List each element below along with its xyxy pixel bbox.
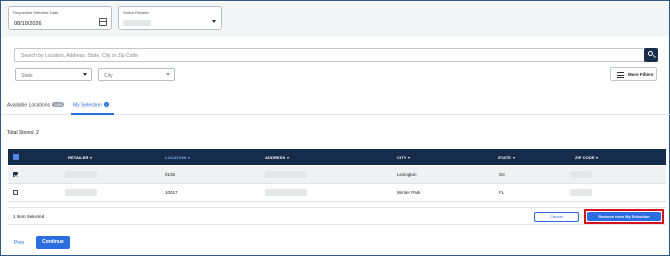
search-input[interactable]: Search by Location, Address, State, City…: [14, 48, 658, 62]
state-cell: SC: [499, 172, 506, 177]
search-icon: [648, 51, 653, 56]
address-cell-redacted: [265, 171, 307, 178]
zip-cell-redacted: [570, 171, 592, 178]
more-filters-label: More Filters: [628, 72, 654, 77]
column-label: STATE: [498, 155, 512, 160]
chevron-down-icon: [166, 73, 170, 76]
calendar-icon[interactable]: [99, 18, 107, 26]
sort-icon: [512, 156, 515, 159]
tab-label: My Selection: [73, 102, 102, 109]
tab-count-badge: 1: [103, 102, 110, 107]
address-cell-redacted: [265, 189, 307, 196]
zip-cell-redacted: [570, 189, 592, 196]
sort-icon: [187, 156, 190, 159]
city-placeholder: City: [104, 72, 113, 79]
app-frame: Requested Effective Date 08/10/2026 Sele…: [0, 0, 670, 256]
prev-link[interactable]: Prev: [14, 240, 24, 246]
column-label: ADDRESS: [265, 155, 286, 160]
chevron-down-icon: [212, 20, 216, 23]
selected-count: 1 Item Selected: [13, 214, 45, 219]
tab-my-selection[interactable]: My Selection 1: [73, 102, 110, 109]
tab-count-badge: 1466: [52, 102, 64, 107]
search-placeholder: Search by Location, Address, State, City…: [21, 52, 139, 59]
selection-footer: 1 Item Selected Cancel Remove from My Se…: [8, 207, 666, 225]
column-zip-code[interactable]: ZIP CODE: [575, 155, 599, 160]
sort-icon: [286, 156, 289, 159]
retailer-value-redacted: [123, 20, 151, 26]
tab-label: Available Locations: [7, 102, 50, 109]
column-retailer[interactable]: RETAILER: [68, 155, 93, 160]
remove-from-selection-button[interactable]: Remove from My Selection: [587, 212, 661, 221]
column-label: LOCATION: [165, 155, 187, 160]
column-label: RETAILER: [68, 155, 89, 160]
table-row[interactable]: 0135 Lexington SC: [8, 166, 666, 184]
table-header: RETAILER LOCATION ADDRESS CITY STATE ZIP…: [8, 149, 666, 165]
retailer-cell-redacted: [65, 171, 97, 178]
remove-button-highlight: Remove from My Selection: [584, 209, 664, 224]
sort-icon: [90, 156, 93, 159]
location-cell: 10017: [165, 190, 178, 195]
city-cell: Winter Park: [397, 190, 421, 195]
table-row[interactable]: 10017 Winter Park FL: [8, 184, 666, 202]
tab-available-locations[interactable]: Available Locations 1466: [7, 102, 64, 109]
sort-icon: [408, 156, 411, 159]
effective-date-label: Requested Effective Date: [13, 10, 59, 15]
more-filters-button[interactable]: More Filters: [610, 67, 657, 81]
column-label: CITY: [397, 155, 407, 160]
retailer-select[interactable]: Select Retailer: [118, 6, 222, 30]
column-address[interactable]: ADDRESS: [265, 155, 289, 160]
city-cell: Lexington: [397, 172, 417, 177]
row-checkbox[interactable]: [13, 190, 18, 195]
state-select[interactable]: State: [15, 68, 92, 81]
city-select[interactable]: City: [98, 68, 175, 81]
column-label: ZIP CODE: [575, 155, 595, 160]
retailer-cell-redacted: [65, 189, 97, 196]
location-cell: 0135: [165, 172, 176, 177]
cancel-button[interactable]: Cancel: [534, 212, 579, 222]
effective-date-field[interactable]: Requested Effective Date 08/10/2026: [8, 6, 112, 30]
total-stores: Total Stores: 2: [7, 130, 39, 136]
active-tab-indicator: [71, 113, 114, 115]
column-state[interactable]: STATE: [498, 155, 515, 160]
state-placeholder: State: [21, 72, 33, 79]
search-button[interactable]: [644, 48, 658, 62]
filter-header: Requested Effective Date 08/10/2026 Sele…: [2, 2, 669, 37]
effective-date-value: 08/10/2026: [14, 21, 42, 27]
select-all-checkbox[interactable]: [13, 154, 19, 160]
chevron-down-icon: [83, 73, 87, 76]
continue-button[interactable]: Continue: [36, 236, 70, 249]
state-cell: FL: [499, 190, 505, 195]
column-location[interactable]: LOCATION: [165, 155, 190, 160]
retailer-label: Select Retailer: [123, 10, 150, 15]
row-checkbox[interactable]: [13, 172, 18, 177]
filter-sliders-icon: [617, 72, 624, 78]
sort-icon: [596, 156, 599, 159]
column-city[interactable]: CITY: [397, 155, 411, 160]
